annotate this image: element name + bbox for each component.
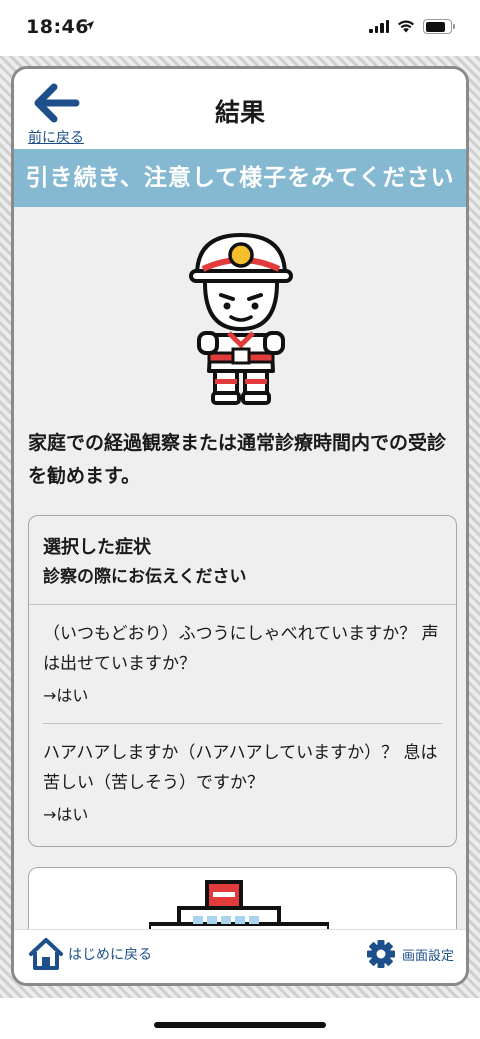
symptom-question: ハアハアしますか（ハアハアしていますか）？ 息は苦しい（苦しそう）ですか？ (43, 743, 438, 793)
settings-label[interactable]: 画面設定 (402, 945, 454, 964)
location-arrow-icon (85, 21, 94, 30)
result-banner: 引き続き、注意して様子をみてください (14, 149, 466, 207)
page-title: 結果 (214, 98, 265, 127)
status-icons (369, 19, 455, 34)
symptom-question: （いつもどおり）ふつうにしゃべれていますか？ 声は出せていますか？ (43, 624, 439, 674)
symptoms-title: 選択した症状 (43, 537, 151, 558)
symptom-item: ハアハアしますか（ハアハアしていますか）？ 息は苦しい（苦しそう）ですか？ →は… (43, 723, 442, 842)
status-time: 18:46 (26, 16, 89, 38)
status-bar: 18:46 (0, 0, 480, 56)
wifi-icon (398, 20, 414, 33)
header: 前に戻る 結果 (14, 69, 466, 149)
hospital-building (149, 880, 329, 932)
home-label[interactable]: はじめに戻る (68, 944, 152, 964)
symptoms-subtitle: 診察の際にお伝えください (43, 567, 247, 587)
cellular-signal-icon (369, 20, 389, 33)
gear-icon (366, 940, 395, 968)
home-button[interactable]: はじめに戻る (28, 937, 152, 971)
home-indicator (154, 1022, 326, 1028)
screen-settings-button[interactable]: 画面設定 (366, 939, 454, 969)
footer-bar: はじめに戻る 画面設定 (14, 929, 466, 983)
symptom-item: （いつもどおり）ふつうにしゃべれていますか？ 声は出せていますか？ →はい (43, 605, 442, 723)
house-icon (29, 938, 63, 970)
battery-icon (423, 19, 455, 34)
symptom-answer: →はい (43, 686, 89, 705)
app-card: 前に戻る 結果 引き続き、注意して様子をみてください 家庭での経過観察または通常… (11, 66, 469, 986)
selected-symptoms-card: 選択した症状 診察の際にお伝えください （いつもどおり）ふつうにしゃべれています… (28, 515, 457, 847)
back-label[interactable]: 前に戻る (28, 127, 84, 147)
firefighter-mascot (189, 233, 293, 405)
result-content[interactable]: 家庭での経過観察または通常診療時間内での受診を勧めます。 選択した症状 診察の際… (14, 207, 466, 932)
symptoms-header: 選択した症状 診察の際にお伝えください (29, 516, 456, 605)
symptom-answer: →はい (43, 805, 89, 824)
advice-text: 家庭での経過観察または通常診療時間内での受診を勧めます。 (28, 432, 447, 487)
hospital-card (28, 867, 457, 932)
